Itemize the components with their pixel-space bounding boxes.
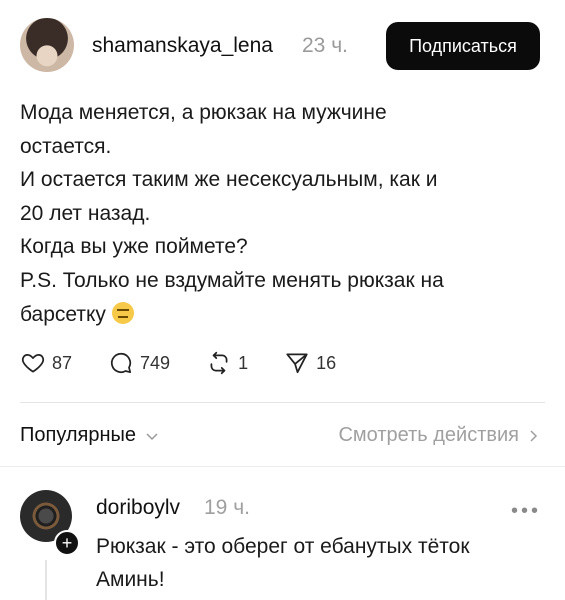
repost-icon (210, 351, 228, 375)
comment-line: Рюкзак - это оберег от ебанутых тёток (96, 535, 470, 558)
comment-count: 749 (140, 352, 171, 373)
share-count: 16 (316, 352, 337, 373)
more-options-icon[interactable]: ••• (511, 500, 541, 523)
comment-time: 19 ч. (204, 496, 250, 519)
comment-button[interactable]: 749 (108, 350, 170, 376)
post-last-line: барсетку (20, 298, 540, 332)
post-line: И остается таким же несексуальным, как и (20, 168, 438, 192)
share-button[interactable]: 16 (284, 350, 336, 376)
view-activity-link[interactable]: Смотреть действия (338, 424, 541, 447)
post-line: Мода меняется, а рюкзак на мужчине (20, 101, 387, 124)
divider (20, 402, 545, 403)
commenter-username[interactable]: doriboylv (96, 496, 180, 520)
like-button[interactable]: 87 (20, 350, 72, 376)
repost-button[interactable]: 1 (206, 350, 248, 376)
follow-button[interactable]: Подписаться (386, 22, 540, 70)
post-text: Мода меняется, а рюкзак на мужчине остае… (20, 96, 540, 331)
thread-line (45, 560, 47, 600)
repost-count: 1 (238, 352, 249, 373)
comment-line: Аминь! (96, 568, 165, 591)
sort-label: Популярные (20, 424, 137, 446)
section-divider (0, 466, 565, 467)
chevron-down-icon (146, 432, 158, 440)
post-line-text: барсетку (20, 302, 106, 326)
comment-text: Рюкзак - это оберег от ебанутых тёток Ам… (96, 530, 546, 596)
chevron-right-icon (530, 429, 538, 442)
sort-dropdown[interactable]: Популярные (20, 424, 160, 447)
heart-icon (21, 354, 45, 373)
comment-bubble-icon (110, 352, 132, 374)
post-actions: 87 749 1 16 (20, 348, 372, 378)
post-line: P.S. Только не вздумайте менять рюкзак н… (20, 268, 444, 292)
post-line: Когда вы уже поймете? (20, 235, 248, 259)
send-icon (286, 353, 308, 374)
expressionless-emoji-icon (111, 301, 134, 324)
author-avatar[interactable] (20, 18, 74, 72)
like-count: 87 (52, 352, 73, 373)
follow-plus-icon[interactable]: + (54, 530, 80, 556)
post-line: остается. (20, 134, 112, 158)
view-activity-label: Смотреть действия (338, 424, 519, 446)
author-username[interactable]: shamanskaya_lena (92, 34, 273, 58)
post-time: 23 ч. (302, 34, 348, 57)
post-line: 20 лет назад. (20, 201, 151, 225)
